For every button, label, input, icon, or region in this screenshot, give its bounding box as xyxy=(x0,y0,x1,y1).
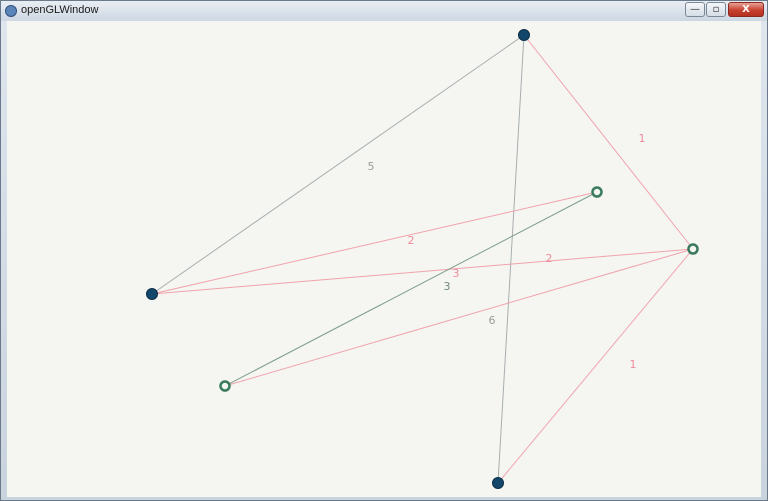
graph-edge xyxy=(151,248,694,295)
edge-weight-label: 2 xyxy=(408,234,415,247)
opengl-canvas-area[interactable]: 5 6 1 1 2 2 33 xyxy=(7,21,761,497)
maximize-button[interactable]: ▫ xyxy=(706,2,726,17)
edges-layer xyxy=(151,34,694,484)
ring-node[interactable] xyxy=(591,186,603,198)
edge-weight-label: 1 xyxy=(639,132,646,145)
edge-weight-label: 5 xyxy=(368,160,375,173)
edge-weight-label: 6 xyxy=(489,314,496,327)
minimize-button[interactable]: — xyxy=(685,2,705,17)
window-title: openGLWindow xyxy=(21,4,99,16)
ring-node[interactable] xyxy=(687,243,699,255)
filled-node[interactable] xyxy=(518,29,530,41)
edge-weight-label: 3 xyxy=(453,267,460,280)
close-button[interactable]: X xyxy=(728,2,764,17)
graph-edge xyxy=(224,191,598,387)
filled-node[interactable] xyxy=(492,477,504,489)
nodes-layer xyxy=(146,29,699,489)
app-icon xyxy=(5,5,17,17)
edge-weight-label: 1 xyxy=(630,358,637,371)
edge-weight-label: 2 xyxy=(546,252,553,265)
edge-weight-label: 3 xyxy=(444,280,451,293)
graph-edge xyxy=(151,191,598,295)
graph-canvas[interactable]: 5 6 1 1 2 2 33 xyxy=(7,21,761,497)
ring-node[interactable] xyxy=(219,380,231,392)
title-bar[interactable]: openGLWindow — ▫ X xyxy=(1,1,767,21)
graph-edge xyxy=(497,248,694,484)
graph-edge xyxy=(151,34,525,295)
filled-node[interactable] xyxy=(146,288,158,300)
graph-edge xyxy=(497,34,525,484)
app-window: openGLWindow — ▫ X 5 6 1 1 2 2 33 xyxy=(0,0,768,501)
